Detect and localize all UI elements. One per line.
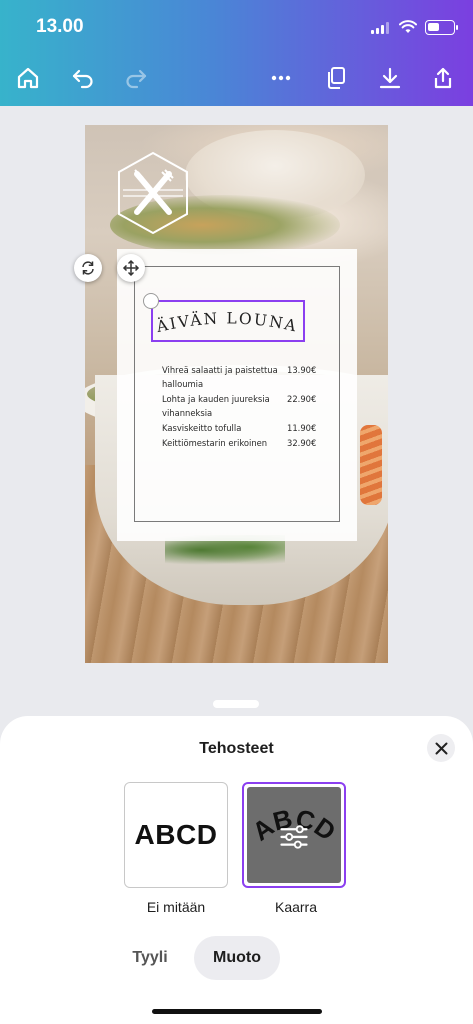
effects-sheet: Tehosteet ABCD ABCD Ei mitään Kaarra Tyy… xyxy=(0,716,473,1024)
menu-item-name: Lohta ja kauden juureksia vihanneksia xyxy=(162,394,270,418)
menu-item-price: 13.90€ xyxy=(287,365,317,375)
effect-preview-text: ABCD xyxy=(134,819,218,850)
status-bar: 13.00 xyxy=(0,16,473,40)
redo-button[interactable] xyxy=(118,60,154,96)
close-icon xyxy=(435,742,447,754)
menu-item-price: 22.90€ xyxy=(287,394,317,404)
menu-item-price: 32.90€ xyxy=(287,438,317,448)
svg-text:PÄIVÄN LOUNAS: PÄIVÄN LOUNAS xyxy=(151,300,300,336)
rotate-button[interactable] xyxy=(74,254,102,282)
carrot-image xyxy=(360,425,382,505)
list-item: Lohta ja kauden juureksia vihanneksia 22… xyxy=(162,392,332,421)
top-header: 13.00 xyxy=(0,0,473,106)
menu-item-name: Vihreä salaatti ja paistettua halloumia xyxy=(162,365,278,389)
effect-option-none[interactable]: ABCD xyxy=(124,782,228,888)
curved-preview: ABCD xyxy=(248,805,340,849)
menu-list: Vihreä salaatti ja paistettua halloumia … xyxy=(162,363,332,451)
close-button[interactable] xyxy=(427,734,455,762)
adjust-sliders-icon[interactable] xyxy=(280,825,308,849)
wifi-icon xyxy=(399,20,417,33)
move-icon xyxy=(122,259,140,277)
design-canvas[interactable]: PÄIVÄN LOUNAS Vihreä salaatti ja paistet… xyxy=(74,125,388,663)
undo-button[interactable] xyxy=(65,60,101,96)
tab-style[interactable]: Tyyli xyxy=(118,936,182,980)
share-icon xyxy=(434,67,452,89)
copy-button[interactable] xyxy=(318,60,354,96)
undo-icon xyxy=(72,69,93,89)
rotate-icon xyxy=(82,261,94,275)
move-button[interactable] xyxy=(117,254,145,282)
resize-handle[interactable] xyxy=(143,293,159,309)
effect-preview-text: ABCD xyxy=(248,805,340,847)
menu-item-name: Keittiömestarin erikoinen xyxy=(162,438,268,448)
sheet-title: Tehosteet xyxy=(199,740,274,757)
battery-icon xyxy=(425,20,458,35)
list-item: Keittiömestarin erikoinen 32.90€ xyxy=(162,436,332,451)
list-item: Vihreä salaatti ja paistettua halloumia … xyxy=(162,363,332,392)
effect-label-curve: Kaarra xyxy=(274,899,318,915)
download-button[interactable] xyxy=(372,60,408,96)
editor-toolbar xyxy=(0,60,473,96)
copy-icon xyxy=(328,67,345,89)
effect-label-none: Ei mitään xyxy=(146,899,206,915)
more-icon xyxy=(271,75,291,81)
svg-text:ABCD: ABCD xyxy=(248,805,340,847)
effect-option-curve[interactable]: ABCD xyxy=(242,782,346,888)
share-button[interactable] xyxy=(425,60,461,96)
redo-icon xyxy=(126,69,147,89)
curved-title-text[interactable]: PÄIVÄN LOUNAS xyxy=(151,300,305,342)
status-time: 13.00 xyxy=(36,16,84,37)
download-icon xyxy=(379,67,401,89)
signal-icon xyxy=(371,22,391,34)
fork-knife-logo-icon[interactable] xyxy=(115,150,191,236)
more-button[interactable] xyxy=(263,60,299,96)
menu-item-name: Kasviskeitto tofulla xyxy=(162,423,242,433)
sheet-grabber[interactable] xyxy=(213,700,259,708)
tab-shape[interactable]: Muoto xyxy=(194,936,280,980)
home-button[interactable] xyxy=(10,60,46,96)
menu-card[interactable]: PÄIVÄN LOUNAS Vihreä salaatti ja paistet… xyxy=(74,249,357,541)
page-title: PÄIVÄN LOUNAS xyxy=(151,300,298,336)
home-indicator xyxy=(152,1009,322,1014)
menu-item-price: 11.90€ xyxy=(287,423,317,433)
home-icon xyxy=(17,67,39,89)
list-item: Kasviskeitto tofulla 11.90€ xyxy=(162,421,332,436)
effect-preview-selected: ABCD xyxy=(247,787,341,883)
